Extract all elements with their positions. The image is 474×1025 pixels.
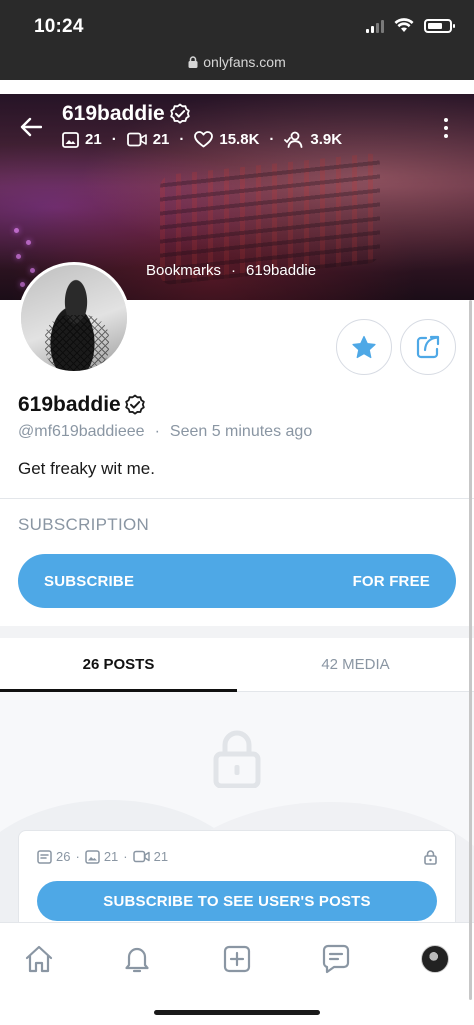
likes-count: 15.8K bbox=[194, 131, 259, 148]
status-icons bbox=[366, 18, 455, 33]
home-indicator[interactable] bbox=[154, 1010, 320, 1015]
fans-count: 3.9K bbox=[284, 131, 342, 148]
nav-home[interactable] bbox=[17, 937, 61, 981]
nav-notifications[interactable] bbox=[115, 937, 159, 981]
profile-name-text: 619baddie bbox=[18, 393, 121, 416]
nav-avatar bbox=[421, 945, 449, 973]
locked-card-stats: 26 · 21 · 21 bbox=[37, 849, 168, 864]
nav-profile[interactable] bbox=[413, 937, 457, 981]
breadcrumb-separator: · bbox=[231, 262, 237, 279]
photos-count: 21 bbox=[85, 849, 118, 864]
separator-dot: · bbox=[111, 131, 117, 148]
share-button[interactable] bbox=[400, 319, 456, 375]
photos-count: 21 bbox=[62, 131, 102, 148]
subscribe-label: SUBSCRIBE bbox=[44, 572, 135, 590]
status-time: 10:24 bbox=[34, 16, 84, 37]
kebab-dot bbox=[444, 118, 448, 122]
header-username-text: 619baddie bbox=[62, 102, 165, 125]
status-bar: 10:24 bbox=[0, 0, 474, 54]
avatar-texture bbox=[45, 315, 109, 371]
video-icon bbox=[132, 850, 150, 863]
video-icon bbox=[126, 132, 147, 147]
separator-dot: · bbox=[154, 423, 160, 440]
profile-bio: Get freaky wit me. bbox=[18, 459, 155, 478]
kebab-dot bbox=[444, 126, 448, 130]
profile-handle: @mf619baddieee bbox=[18, 423, 145, 440]
tab-posts[interactable]: 26 POSTS bbox=[0, 638, 237, 692]
tab-media[interactable]: 42 MEDIA bbox=[237, 638, 474, 691]
videos-count: 21 bbox=[132, 849, 168, 864]
profile-name: 619baddie bbox=[18, 393, 146, 417]
lock-icon bbox=[424, 850, 437, 865]
image-icon bbox=[85, 849, 100, 864]
section-gap bbox=[0, 626, 474, 638]
wifi-icon bbox=[394, 18, 414, 32]
separator-dot: · bbox=[75, 849, 80, 864]
header-stats: 21 · 21 · 15.8K · 3.9K bbox=[62, 131, 342, 148]
heart-icon bbox=[194, 131, 214, 148]
profile-page: 10:24 onlyfans.com 619baddie 21 · 21 · 1… bbox=[0, 0, 474, 1025]
share-icon bbox=[416, 335, 440, 359]
add-post-icon bbox=[223, 945, 251, 973]
subscribe-button[interactable]: SUBSCRIBE FOR FREE bbox=[18, 554, 456, 608]
lock-icon bbox=[188, 56, 198, 68]
posts-count: 26 bbox=[37, 849, 70, 864]
url-text: onlyfans.com bbox=[203, 54, 286, 70]
locked-posts-card: 26 · 21 · 21 SUBSCRIBE TO SEE USER'S POS… bbox=[18, 830, 456, 930]
back-button[interactable] bbox=[16, 112, 46, 142]
star-icon bbox=[352, 335, 376, 358]
profile-handle-row: @mf619baddieee · Seen 5 minutes ago bbox=[18, 423, 312, 441]
nav-messages[interactable] bbox=[314, 937, 358, 981]
address-bar[interactable]: onlyfans.com bbox=[0, 54, 474, 80]
home-icon bbox=[25, 945, 53, 973]
verified-badge-icon bbox=[125, 394, 145, 415]
last-seen: Seen 5 minutes ago bbox=[169, 423, 313, 440]
header-username: 619baddie bbox=[62, 102, 191, 126]
fans-icon bbox=[284, 131, 303, 148]
subscribe-to-see-posts-button[interactable]: SUBSCRIBE TO SEE USER'S POSTS bbox=[37, 881, 437, 921]
messages-icon bbox=[322, 944, 350, 974]
back-arrow-icon bbox=[20, 117, 42, 137]
breadcrumb-bookmarks[interactable]: Bookmarks bbox=[146, 262, 221, 279]
favorite-button[interactable] bbox=[336, 319, 392, 375]
subscription-title: SUBSCRIPTION bbox=[18, 515, 150, 534]
nav-add-post[interactable] bbox=[215, 937, 259, 981]
breadcrumb-current: 619baddie bbox=[246, 262, 317, 279]
verified-badge-icon bbox=[170, 103, 190, 124]
separator-dot: · bbox=[123, 849, 128, 864]
large-lock-icon bbox=[213, 730, 261, 788]
subscribe-price: FOR FREE bbox=[352, 572, 430, 590]
post-icon bbox=[37, 849, 52, 864]
image-icon bbox=[62, 131, 79, 148]
profile-avatar[interactable] bbox=[18, 262, 130, 374]
videos-count: 21 bbox=[126, 131, 169, 148]
content-tabs: 26 POSTS 42 MEDIA bbox=[0, 638, 474, 692]
kebab-dot bbox=[444, 134, 448, 138]
separator-dot: · bbox=[179, 131, 185, 148]
separator-dot: · bbox=[269, 131, 275, 148]
battery-icon bbox=[424, 18, 455, 33]
breadcrumb: Bookmarks · 619baddie bbox=[146, 262, 316, 279]
scrollbar[interactable] bbox=[469, 300, 472, 1000]
divider bbox=[0, 498, 474, 499]
more-options-button[interactable] bbox=[436, 116, 456, 140]
bell-icon bbox=[125, 947, 149, 973]
cellular-signal-icon bbox=[366, 19, 384, 33]
